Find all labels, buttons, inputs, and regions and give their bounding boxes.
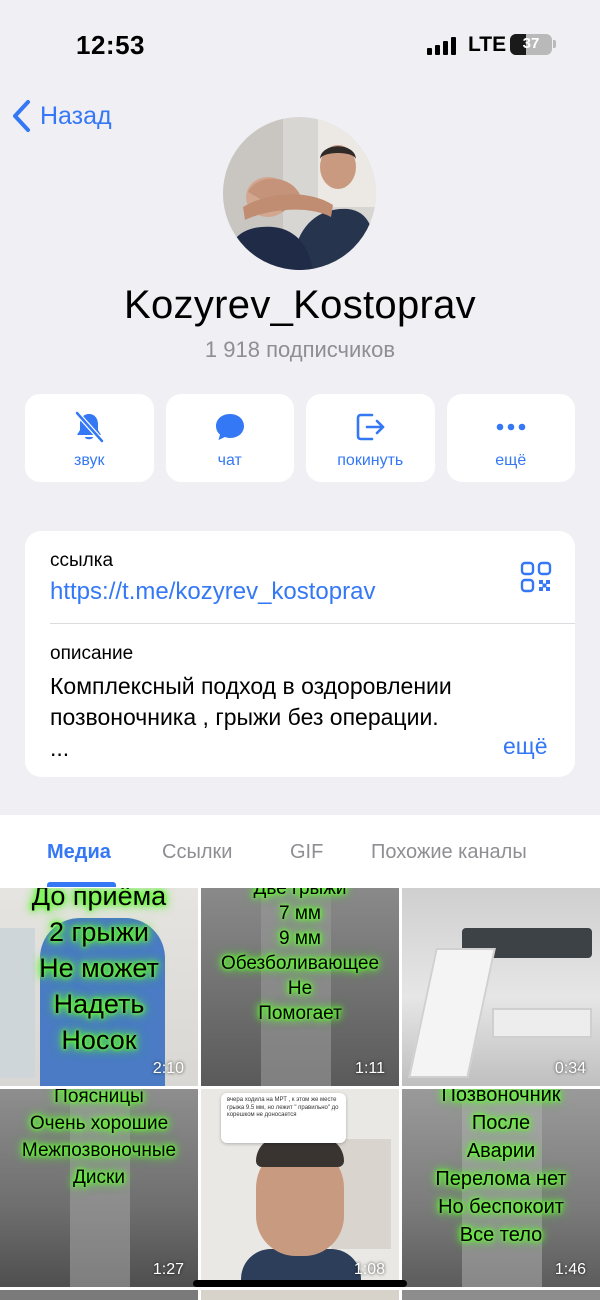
- network-type: LTE: [468, 33, 507, 56]
- media-tabs: Медиа Ссылки GIF Похожие каналы: [0, 815, 600, 888]
- leave-button[interactable]: покинуть: [306, 394, 435, 482]
- media-tile[interactable]: вчера ходила на МРТ , к этом же месте гр…: [201, 1089, 399, 1287]
- tile-caption: Поясницы Очень хорошие Межпозвоночные Ди…: [0, 1089, 198, 1191]
- caption-line: После: [471, 1112, 531, 1134]
- caption-line: Не может: [39, 953, 159, 983]
- media-tile[interactable]: Две грыжи 7 мм 9 мм Обезболивающее Не По…: [201, 888, 399, 1086]
- chat-label: чат: [217, 452, 242, 469]
- home-indicator[interactable]: [193, 1280, 407, 1287]
- back-button[interactable]: Назад: [10, 98, 112, 134]
- caption-line: Но беспокоит: [438, 1196, 564, 1218]
- tile-caption: Позвоночник После Аварии Перелома нет Но…: [402, 1089, 600, 1249]
- divider: [50, 623, 575, 624]
- video-duration: 1:46: [554, 1261, 586, 1278]
- media-tile[interactable]: [201, 1290, 399, 1300]
- channel-link[interactable]: https://t.me/kozyrev_kostoprav: [50, 578, 375, 606]
- caption-line: Межпозвоночные: [21, 1140, 177, 1161]
- caption-line: Носок: [61, 1025, 137, 1055]
- qr-code-icon[interactable]: [520, 561, 552, 593]
- chat-bubble-icon: [215, 414, 244, 440]
- status-time: 12:53: [76, 30, 145, 60]
- description-line: ...: [50, 735, 70, 761]
- media-tile[interactable]: Поясницы Очень хорошие Межпозвоночные Ди…: [0, 1089, 198, 1287]
- tab-gif[interactable]: GIF: [290, 841, 323, 864]
- media-tile[interactable]: [0, 1290, 198, 1300]
- description-line: позвоночника , грыжи без операции.: [50, 704, 439, 730]
- media-tile[interactable]: [402, 1290, 600, 1300]
- media-tile[interactable]: До приёма 2 грыжи Не может Надеть Носок …: [0, 888, 198, 1086]
- video-duration: 1:27: [152, 1261, 184, 1278]
- info-card: ссылка https://t.me/kozyrev_kostoprav оп…: [25, 531, 575, 777]
- comment-bubble: вчера ходила на МРТ , к этом же месте гр…: [221, 1093, 346, 1143]
- caption-line: 7 мм: [279, 903, 321, 924]
- more-button[interactable]: ещё: [446, 394, 575, 482]
- tile-caption: Две грыжи 7 мм 9 мм Обезболивающее Не По…: [201, 888, 399, 1026]
- action-row: звук чат покинуть ещё: [25, 394, 575, 482]
- video-duration: 2:10: [152, 1060, 184, 1077]
- more-dots-icon: [496, 423, 526, 431]
- tab-media[interactable]: Медиа: [47, 841, 111, 864]
- caption-line: Перелома нет: [435, 1168, 567, 1190]
- description-text: Комплексный подход в оздоровлении позвон…: [50, 671, 520, 764]
- description-label: описание: [50, 643, 134, 664]
- media-tile[interactable]: Позвоночник После Аварии Перелома нет Но…: [402, 1089, 600, 1287]
- tab-similar-channels[interactable]: Похожие каналы: [371, 841, 527, 864]
- caption-line: Все тело: [459, 1224, 543, 1246]
- caption-line: До приёма: [31, 888, 167, 911]
- caption-line: Диски: [73, 1167, 125, 1188]
- caption-line: Аварии: [466, 1140, 536, 1162]
- leave-icon: [356, 413, 385, 441]
- status-bar: 12:53 LTE 37: [0, 0, 600, 90]
- subscriber-count: 1 918 подписчиков: [204, 337, 396, 362]
- tab-links[interactable]: Ссылки: [162, 841, 232, 864]
- channel-name: Kozyrev_Kostoprav: [124, 283, 476, 327]
- back-label: Назад: [40, 101, 112, 130]
- caption-line: Не: [287, 978, 313, 999]
- bell-slash-icon: [75, 411, 105, 443]
- comment-text: вчера ходила на МРТ , к этом же месте гр…: [227, 1097, 339, 1118]
- media-tile[interactable]: 0:34: [402, 888, 600, 1086]
- caption-line: Обезболивающее: [220, 953, 380, 974]
- caption-line: Две грыжи: [253, 888, 347, 899]
- channel-avatar[interactable]: [223, 117, 376, 270]
- caption-line: 9 мм: [279, 928, 321, 949]
- chevron-left-icon: [13, 100, 30, 132]
- description-more-link[interactable]: ещё: [503, 733, 548, 760]
- mute-label: звук: [74, 452, 105, 469]
- caption-line: Очень хорошие: [29, 1113, 169, 1134]
- active-tab-indicator: [47, 882, 116, 887]
- battery-tip: [553, 40, 556, 48]
- signal-icon: [427, 37, 457, 55]
- caption-line: 2 грыжи: [49, 917, 149, 947]
- leave-label: покинуть: [337, 452, 404, 469]
- video-duration: 0:34: [554, 1060, 586, 1077]
- video-duration: 1:08: [353, 1261, 385, 1278]
- caption-line: Поясницы: [54, 1089, 144, 1107]
- media-grid: До приёма 2 грыжи Не может Надеть Носок …: [0, 888, 600, 1300]
- chat-button[interactable]: чат: [165, 394, 294, 482]
- description-line: Комплексный подход в оздоровлении: [50, 673, 452, 699]
- mute-button[interactable]: звук: [25, 394, 154, 482]
- tile-caption: До приёма 2 грыжи Не может Надеть Носок: [0, 888, 198, 1058]
- battery-icon: 37: [510, 34, 552, 55]
- link-label: ссылка: [50, 550, 114, 571]
- caption-line: Надеть: [53, 989, 145, 1019]
- caption-line: Помогает: [258, 1003, 342, 1024]
- caption-line: Позвоночник: [441, 1089, 561, 1106]
- battery-percent: 37: [522, 35, 540, 52]
- more-label: ещё: [495, 452, 527, 469]
- video-duration: 1:11: [355, 1060, 385, 1077]
